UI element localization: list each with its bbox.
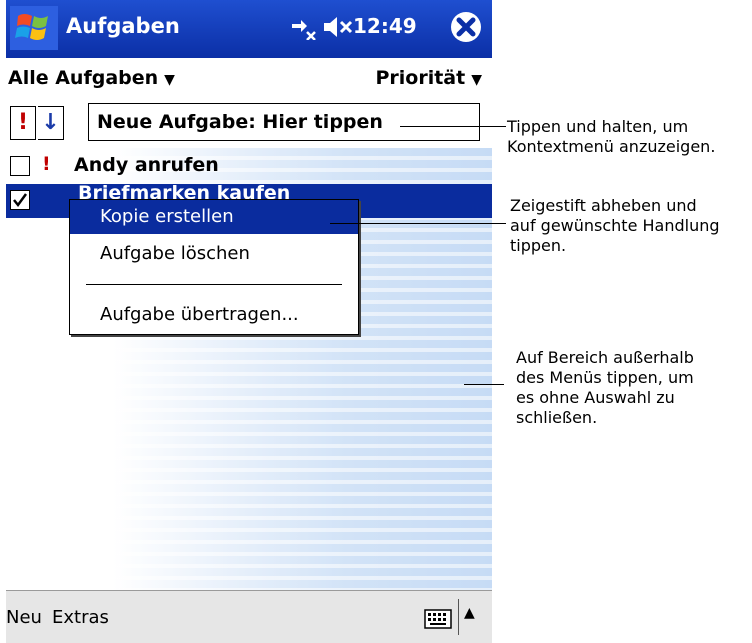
filter-row: Alle Aufgaben ▼ Priorität ▼ — [6, 58, 492, 99]
task-label: Andy anrufen — [74, 154, 219, 176]
device-screen: Aufgaben 12:49 Alle Aufgaben ▼ Priorität ▼… — [6, 0, 492, 643]
task-label: Briefmarken kaufen — [78, 182, 291, 200]
clock[interactable]: 12:49 — [353, 14, 417, 38]
chevron-down-icon: ▼ — [164, 72, 175, 88]
context-menu: Kopie erstellen Aufgabe löschen Aufgabe … — [69, 199, 359, 335]
task-list: ! Andy anrufen Briefmarken kaufen Kopie … — [6, 148, 492, 590]
close-icon[interactable] — [449, 10, 483, 44]
callout-tap-outside: Auf Bereich außerhalb des Menüs tippen, … — [516, 348, 694, 427]
priority-icon: ! — [42, 153, 51, 175]
title-bar: Aufgaben 12:49 — [6, 0, 492, 58]
windows-start-icon[interactable] — [10, 6, 58, 50]
menu-item-copy[interactable]: Kopie erstellen — [70, 200, 358, 234]
callout-line-tap-hold — [400, 126, 506, 127]
speaker-muted-icon[interactable] — [321, 14, 357, 40]
sort-label: Priorität — [375, 67, 466, 89]
menu-item-beam[interactable]: Aufgabe übertragen... — [70, 298, 358, 332]
callout-tap-hold: Tippen und halten, um Kontextmenü anzuze… — [507, 117, 716, 156]
menu-bar: Neu Extras ▲ — [6, 590, 492, 643]
task-row[interactable]: ! Andy anrufen — [6, 150, 492, 184]
callout-lift-stylus: Zeigestift abheben und auf gewünschte Ha… — [510, 196, 720, 255]
entry-bar: ! ↓ Neue Aufgabe: Hier tippen — [6, 98, 492, 149]
task-checkbox[interactable] — [10, 156, 30, 176]
app-title: Aufgaben — [66, 14, 180, 38]
new-task-input[interactable]: Neue Aufgabe: Hier tippen — [88, 103, 480, 141]
connectivity-icon[interactable] — [289, 14, 319, 40]
divider — [458, 599, 459, 635]
new-menu-button[interactable]: Neu — [6, 607, 42, 628]
menu-item-delete[interactable]: Aufgabe löschen — [70, 237, 358, 271]
priority-button[interactable]: ! — [10, 106, 36, 140]
callout-line-lift-stylus — [330, 223, 506, 224]
input-panel-arrow-icon[interactable]: ▲ — [464, 605, 475, 621]
callout-line-tap-outside — [464, 384, 504, 385]
category-filter-dropdown[interactable]: Alle Aufgaben ▼ — [8, 67, 175, 89]
category-filter-label: Alle Aufgaben — [8, 67, 159, 89]
extras-menu-button[interactable]: Extras — [52, 607, 109, 628]
task-checkbox-checked[interactable] — [10, 190, 30, 210]
menu-separator — [86, 284, 342, 285]
sort-dropdown[interactable]: Priorität ▼ — [375, 67, 482, 89]
keyboard-icon[interactable] — [424, 609, 452, 629]
sort-order-button[interactable]: ↓ — [38, 106, 64, 140]
chevron-down-icon: ▼ — [471, 72, 482, 88]
checkmark-icon — [13, 193, 28, 208]
